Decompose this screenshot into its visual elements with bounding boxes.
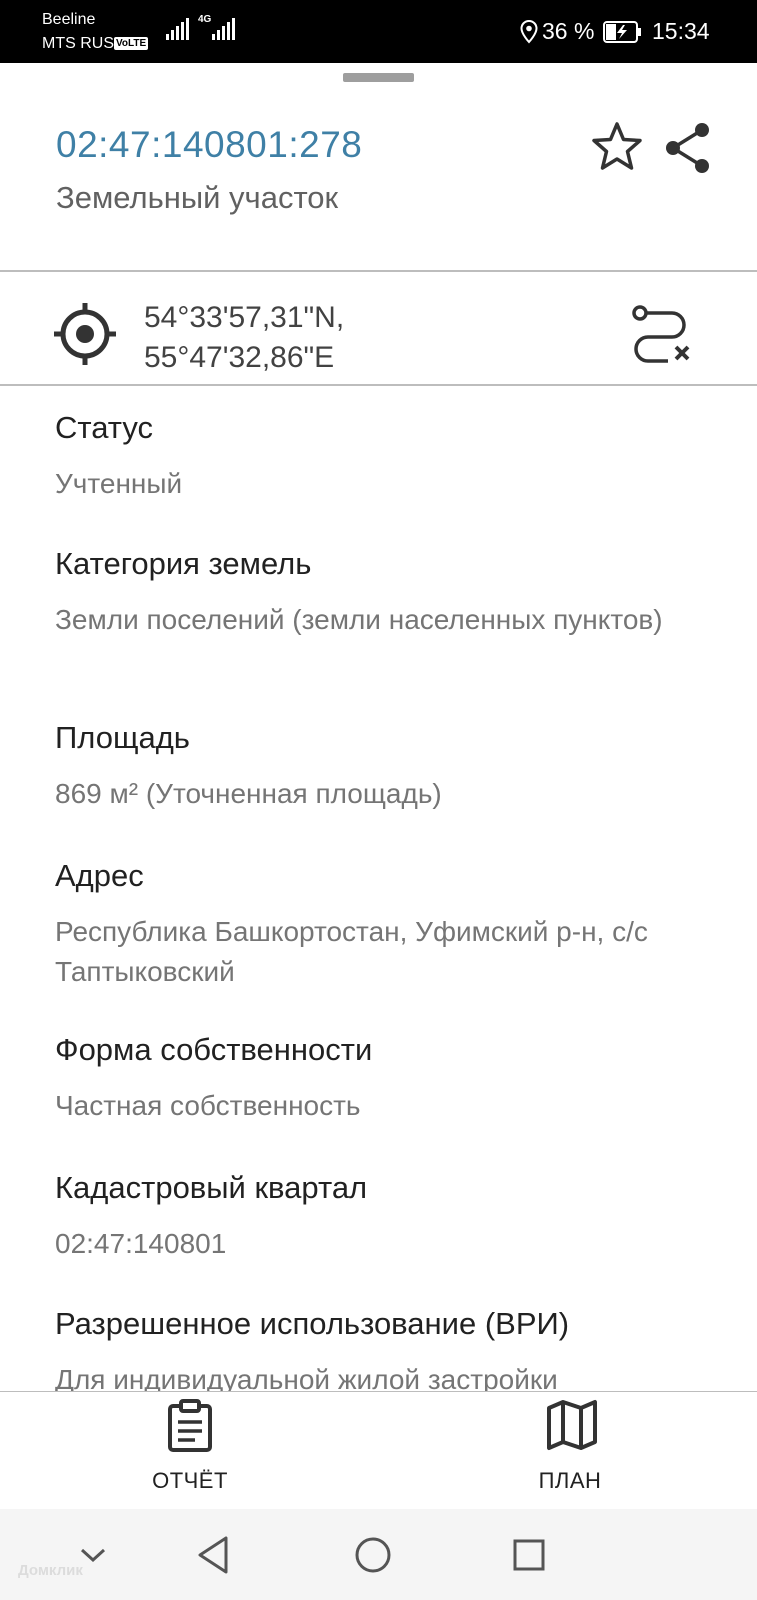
permitted-use-label: Разрешенное использование (ВРИ)	[55, 1306, 570, 1341]
land-category-value: Земли поселений (земли населенных пункто…	[55, 604, 663, 635]
cadastral-block-label: Кадастровый квартал	[55, 1170, 368, 1205]
report-button[interactable]: ОТЧЁТ	[130, 1398, 250, 1506]
carrier-name-1: Beeline	[42, 11, 96, 28]
land-category-label: Категория земель	[55, 546, 312, 581]
latitude-text: 54°33'57,31"N,	[144, 301, 345, 334]
status-label: Статус	[55, 410, 153, 445]
target-icon[interactable]	[53, 302, 117, 366]
route-clear-icon[interactable]	[632, 305, 694, 365]
divider	[0, 384, 757, 386]
bottom-tab-bar	[0, 1391, 757, 1509]
back-triangle-icon[interactable]	[192, 1532, 238, 1578]
volte-badge: VoLTE	[114, 37, 149, 50]
home-circle-icon[interactable]	[350, 1532, 396, 1578]
network-type-label: 4G	[198, 14, 212, 25]
map-icon	[547, 1400, 597, 1450]
coordinates[interactable]: 54°33'57,31"N, 55°47'32,86"E	[144, 298, 344, 378]
address-label: Адрес	[55, 858, 144, 893]
carrier-name-2: MTS RUS	[42, 35, 114, 52]
star-icon[interactable]	[590, 120, 644, 174]
report-label: ОТЧЁТ	[152, 1468, 228, 1493]
watermark-logo: Домклик	[18, 1562, 83, 1579]
ownership-value: Частная собственность	[55, 1090, 361, 1121]
recents-square-icon[interactable]	[506, 1532, 552, 1578]
address-value: Республика Башкортостан, Уфимский р-н, с…	[55, 916, 648, 987]
clock: 15:34	[652, 18, 710, 44]
object-type-subtitle: Земельный участок	[56, 180, 339, 215]
cadastral-number-title[interactable]: 02:47:140801:278	[56, 124, 362, 166]
location-pin-icon	[520, 20, 538, 44]
sheet-drag-handle[interactable]	[343, 73, 414, 82]
divider	[0, 270, 757, 272]
plan-button[interactable]: ПЛАН	[510, 1398, 630, 1506]
share-icon[interactable]	[664, 122, 712, 174]
clipboard-icon	[168, 1399, 212, 1452]
ownership-label: Форма собственности	[55, 1032, 373, 1067]
battery-percent: 36 %	[542, 18, 595, 44]
status-value: Учтенный	[55, 468, 183, 499]
plan-label: ПЛАН	[538, 1468, 602, 1493]
area-value: 869 м² (Уточненная площадь)	[55, 778, 442, 809]
area-label: Площадь	[55, 720, 190, 755]
cadastral-block-value: 02:47:140801	[55, 1228, 227, 1259]
divider	[0, 1391, 757, 1392]
longitude-text: 55°47'32,86"E	[144, 341, 335, 374]
status-bar: Beeline MTS RUS VoLTE 4G 36 % 15:34	[0, 0, 757, 63]
battery-charging-icon	[603, 21, 641, 43]
